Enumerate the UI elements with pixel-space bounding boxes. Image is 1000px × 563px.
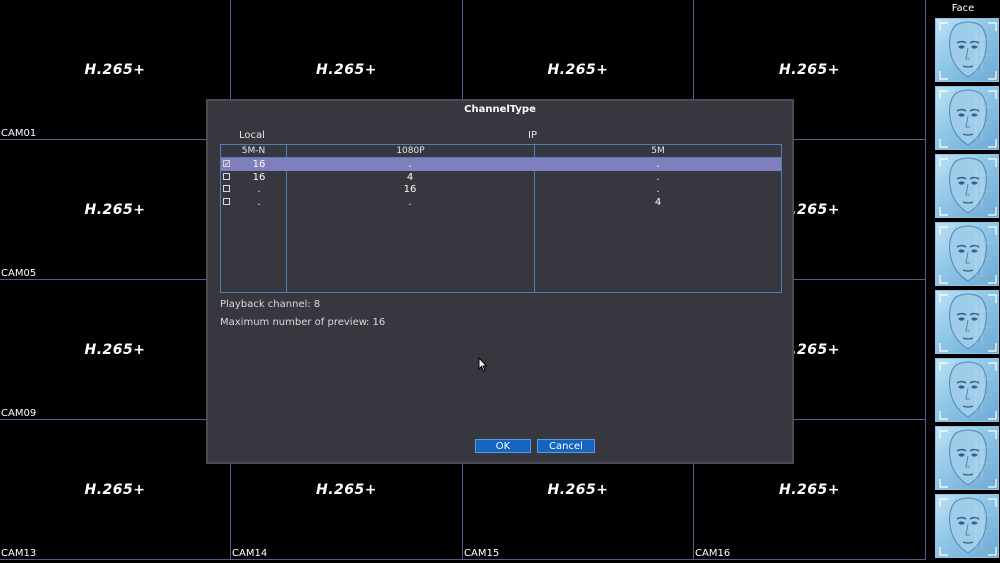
max-preview-value: : 16 <box>366 317 386 328</box>
column-header-5m: 5M <box>535 145 781 158</box>
table-row[interactable]: 16 4. <box>221 171 781 184</box>
table-cell: 16 <box>252 159 266 170</box>
table-row[interactable]: .. 4 <box>221 196 781 209</box>
table-cell: 4 <box>654 196 662 208</box>
row-checkbox[interactable] <box>223 197 230 205</box>
codec-logo: H.265+ <box>84 62 146 78</box>
table-cell: 16 <box>252 171 266 183</box>
max-preview-label: Maximum number of preview <box>220 317 367 328</box>
codec-logo: H.265+ <box>547 62 609 78</box>
table-cell: 4 <box>406 171 414 183</box>
camera-tile[interactable]: H.265+ CAM09 <box>0 280 231 420</box>
table-cell: . <box>656 184 660 195</box>
table-cell: . <box>408 196 412 208</box>
face-snapshot-icon[interactable] <box>935 222 999 286</box>
channel-type-table: 5M-N 1080P 5M ✓ 16.. 16 4.. 16... 4 <box>220 144 782 293</box>
table-cell: 16 <box>403 184 417 195</box>
cancel-button[interactable]: Cancel <box>537 439 595 453</box>
codec-logo: H.265+ <box>779 482 840 498</box>
column-header-1080p: 1080P <box>287 145 534 158</box>
dialog-title: ChannelType <box>464 104 536 115</box>
face-panel: Face <box>926 0 1000 563</box>
column-header-5m-n: 5M-N <box>221 145 286 158</box>
face-snapshot-icon[interactable] <box>935 18 999 82</box>
camera-label: CAM09 <box>1 408 37 419</box>
face-snapshot-icon[interactable] <box>935 358 999 422</box>
camera-label: CAM13 <box>1 548 37 559</box>
table-cell: . <box>257 184 261 195</box>
ip-group-header: IP <box>528 130 537 141</box>
row-checkbox[interactable] <box>223 185 230 192</box>
face-snapshot-icon[interactable] <box>935 86 999 150</box>
camera-tile[interactable]: H.265+ CAM01 <box>0 0 231 140</box>
codec-logo: H.265+ <box>779 62 840 78</box>
table-cell: . <box>257 196 261 208</box>
camera-tile[interactable]: H.265+ CAM13 <box>0 420 231 560</box>
row-checkbox[interactable] <box>223 172 230 180</box>
camera-label: CAM16 <box>695 548 731 559</box>
camera-label: CAM14 <box>232 548 268 559</box>
codec-logo: H.265+ <box>547 482 609 498</box>
mouse-pointer-icon <box>478 356 488 376</box>
codec-logo: H.265+ <box>316 482 377 498</box>
codec-logo: H.265+ <box>84 202 146 218</box>
camera-label: CAM01 <box>1 128 37 139</box>
table-cell: . <box>656 171 660 183</box>
table-row[interactable]: ✓ 16.. <box>221 158 781 171</box>
codec-logo: H.265+ <box>84 482 146 498</box>
face-snapshot-icon[interactable] <box>935 494 999 558</box>
table-cell: . <box>408 159 412 170</box>
table-row[interactable]: . 16. <box>221 183 781 196</box>
face-panel-title: Face <box>951 3 975 14</box>
codec-logo: H.265+ <box>316 62 377 78</box>
codec-logo: H.265+ <box>84 342 146 358</box>
camera-label: CAM05 <box>1 268 37 279</box>
ok-button[interactable]: OK <box>475 439 531 453</box>
face-snapshot-icon[interactable] <box>935 426 999 490</box>
table-cell: . <box>656 159 660 170</box>
channel-type-dialog: ChannelType Local IP 5M-N 1080P 5M ✓ 16..… <box>206 99 794 464</box>
camera-tile[interactable]: H.265+ CAM05 <box>0 140 231 280</box>
row-checkbox[interactable]: ✓ <box>223 160 230 168</box>
face-snapshot-icon[interactable] <box>935 290 999 354</box>
face-snapshot-icon[interactable] <box>935 154 999 218</box>
local-group-header: Local <box>239 130 265 141</box>
playback-channel-text: Playback channel: 8 <box>220 299 321 310</box>
camera-label: CAM15 <box>464 548 500 559</box>
